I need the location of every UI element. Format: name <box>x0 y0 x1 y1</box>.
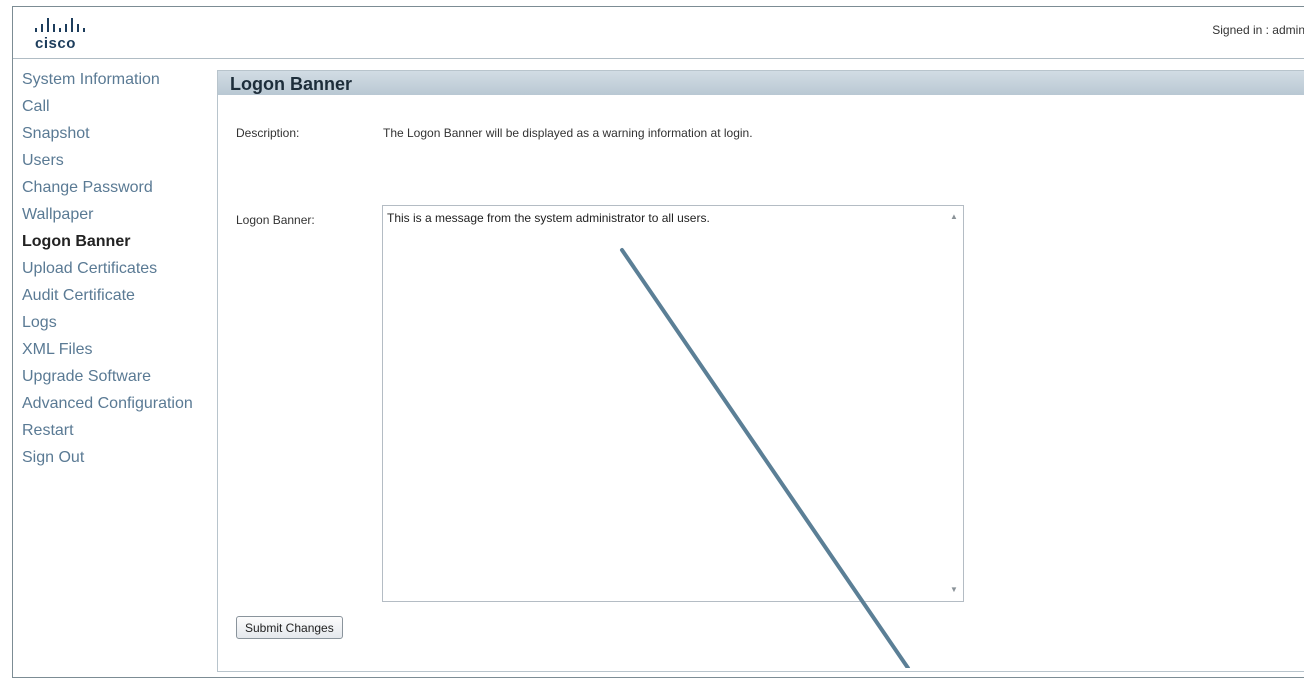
logon-banner-panel: Logon Banner Description: The Logon Bann… <box>217 70 1304 672</box>
signed-in-status: Signed in : admin <box>1212 23 1304 37</box>
sidebar-item-advanced-configuration[interactable]: Advanced Configuration <box>22 394 212 413</box>
sidebar-item-change-password[interactable]: Change Password <box>22 178 212 197</box>
sidebar-item-snapshot[interactable]: Snapshot <box>22 124 212 143</box>
cisco-logo: cisco <box>35 16 95 52</box>
logon-banner-text: This is a message from the system admini… <box>387 211 710 225</box>
sidebar-item-upgrade-software[interactable]: Upgrade Software <box>22 367 212 386</box>
sidebar-item-wallpaper[interactable]: Wallpaper <box>22 205 212 224</box>
logon-banner-textarea[interactable]: This is a message from the system admini… <box>382 205 964 602</box>
description-text: The Logon Banner will be displayed as a … <box>383 126 753 140</box>
logon-banner-label: Logon Banner: <box>236 213 315 227</box>
textarea-scrollbar[interactable]: ▲ ▼ <box>945 206 963 601</box>
sidebar-item-users[interactable]: Users <box>22 151 212 170</box>
description-label: Description: <box>236 126 300 140</box>
scroll-up-arrow-icon[interactable]: ▲ <box>945 210 963 224</box>
submit-changes-button[interactable]: Submit Changes <box>236 616 343 639</box>
sidebar-item-upload-certificates[interactable]: Upload Certificates <box>22 259 212 278</box>
sidebar-item-restart[interactable]: Restart <box>22 421 212 440</box>
sidebar-item-call[interactable]: Call <box>22 97 212 116</box>
sidebar-item-xml-files[interactable]: XML Files <box>22 340 212 359</box>
header-divider <box>13 58 1304 59</box>
sidebar-item-logs[interactable]: Logs <box>22 313 212 332</box>
sidebar-item-logon-banner[interactable]: Logon Banner <box>22 232 212 251</box>
cisco-wordmark: cisco <box>35 35 76 52</box>
scroll-down-arrow-icon[interactable]: ▼ <box>945 583 963 597</box>
sidebar-item-sign-out[interactable]: Sign Out <box>22 448 212 467</box>
sidebar-item-audit-certificate[interactable]: Audit Certificate <box>22 286 212 305</box>
sidebar-item-system-information[interactable]: System Information <box>22 70 212 89</box>
sidebar-nav: System Information Call Snapshot Users C… <box>22 70 212 475</box>
page-title: Logon Banner <box>218 71 1304 95</box>
cisco-bars-icon <box>35 16 95 32</box>
header: cisco Signed in : admin <box>13 7 1304 59</box>
